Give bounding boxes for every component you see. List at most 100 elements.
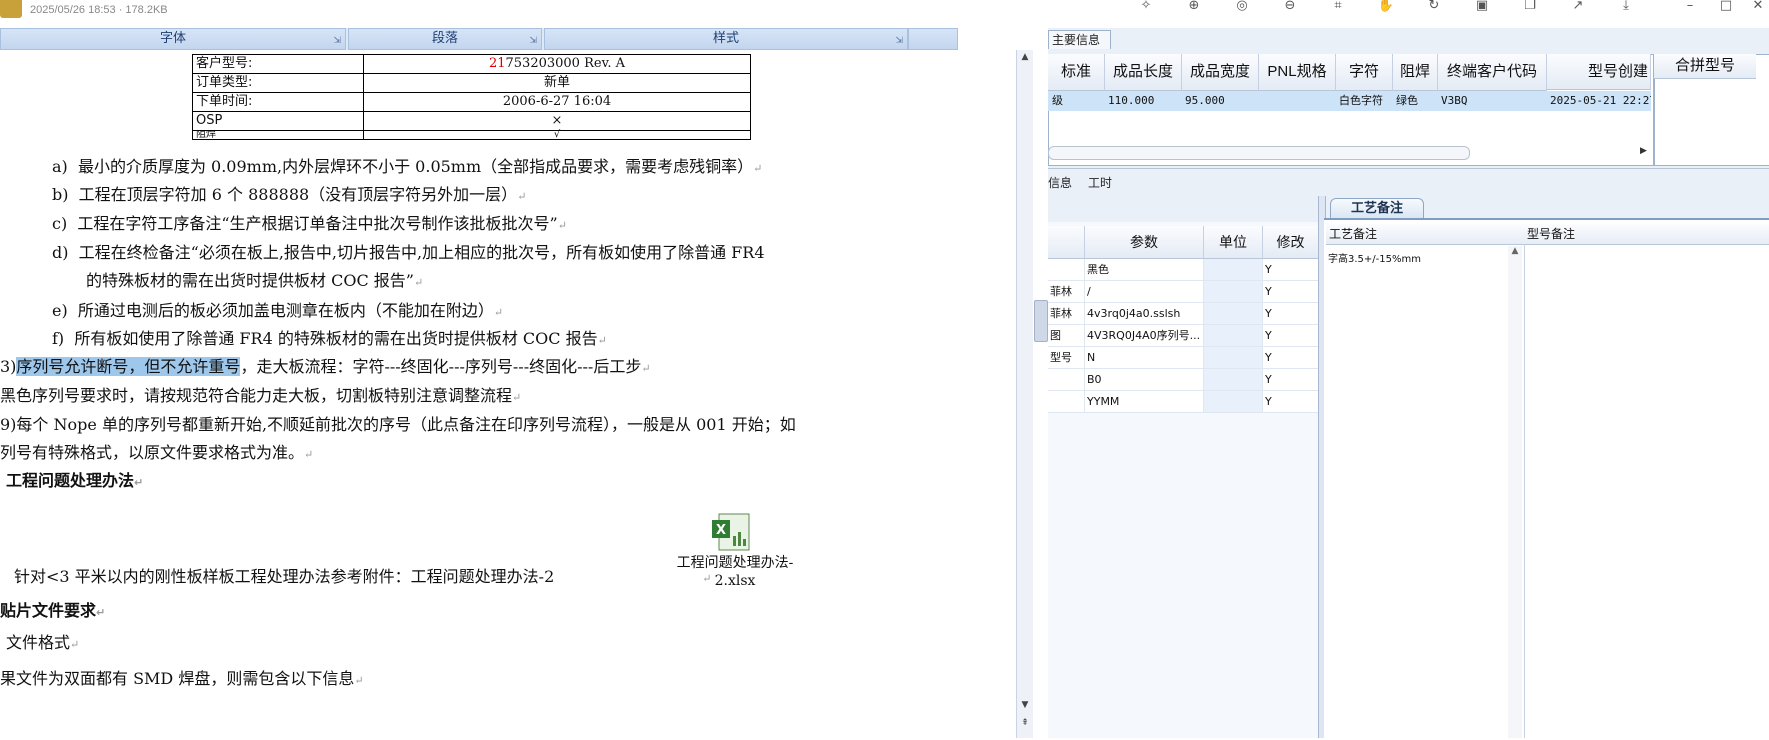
app-logo	[0, 0, 22, 18]
craft-notes-scrollbar[interactable]: ▲	[1508, 246, 1522, 738]
crop-icon[interactable]: ⌗	[1327, 0, 1349, 14]
table-value: 2006-6-27 16:04	[363, 92, 751, 112]
download-icon[interactable]: ⤓	[1615, 0, 1637, 14]
paragraph-attachment-ref: 针对<3 平米以内的刚性板样板工程处理办法参考附件：工程问题处理办法-2 ↵	[14, 567, 712, 586]
craft-note-value[interactable]: 字高3.5+/-15%mm	[1328, 250, 1421, 265]
param-cell-name[interactable]	[1048, 391, 1085, 413]
scroll-up-icon[interactable]: ▲	[1508, 246, 1522, 256]
scrollbar-thumb[interactable]	[1034, 300, 1048, 342]
tab-craft-notes[interactable]: 工艺备注	[1330, 198, 1424, 219]
close-icon[interactable]: ✕	[1747, 0, 1769, 14]
param-cell-edit[interactable]: Y	[1263, 281, 1319, 303]
fit-icon[interactable]: ◎	[1231, 0, 1253, 14]
ribbon-group-styles[interactable]: 样式 ⇲	[544, 28, 908, 50]
param-cell-edit[interactable]: Y	[1263, 391, 1319, 413]
grid-header[interactable]: 阻焊	[1393, 54, 1438, 91]
grid-cell[interactable]: 110.000	[1104, 91, 1181, 111]
grid-cell[interactable]: 级	[1048, 91, 1104, 111]
dialog-launcher-icon[interactable]: ⇲	[333, 32, 341, 51]
scroll-down-icon[interactable]: ▼	[1017, 700, 1033, 710]
param-cell-edit[interactable]: Y	[1263, 347, 1319, 369]
zoom-in-icon[interactable]: ⊕	[1183, 0, 1205, 14]
tab-info[interactable]: 信息	[1048, 174, 1072, 191]
item-text: 工程在终检备注“必须在板上,报告中,切片报告中,加上相应的批次号，所有板如使用了…	[78, 243, 765, 262]
grid-header[interactable]: 成品宽度	[1182, 54, 1259, 91]
ribbon-group-font[interactable]: 字体 ⇲	[0, 28, 346, 50]
param-cell-value[interactable]: N	[1085, 347, 1204, 369]
scan-icon[interactable]: ▣	[1471, 0, 1493, 14]
selected-text[interactable]: 序列号允许断号，但不允许重号	[16, 357, 241, 376]
param-cell-value[interactable]: 4v3rq0j4a0.sslsh	[1085, 303, 1204, 325]
grid-header[interactable]: 终端客户代码	[1438, 54, 1547, 91]
order-info-table: 客户型号: 21753203000 Rev. A 订单类型: 新单 下单时间: …	[192, 54, 751, 140]
grid-cell[interactable]: V3BQ	[1437, 91, 1546, 111]
param-cell-unit[interactable]	[1204, 325, 1263, 347]
tab-worktime[interactable]: 工时	[1088, 174, 1112, 191]
grid-cell[interactable]: 白色字符	[1335, 91, 1392, 111]
param-cell-name[interactable]: 菲林	[1048, 281, 1085, 303]
grid-header[interactable]: 标准	[1048, 54, 1105, 91]
param-cell-name[interactable]: 菲林	[1048, 303, 1085, 325]
grid-cell[interactable]: 95.000	[1181, 91, 1258, 111]
dialog-launcher-icon[interactable]: ⇲	[895, 32, 903, 51]
grid-header[interactable]: PNL规格	[1259, 54, 1336, 91]
ribbon-group-editing[interactable]	[908, 28, 958, 50]
param-header[interactable]: 修改	[1263, 226, 1319, 259]
grid-horizontal-scrollbar[interactable]	[1048, 146, 1470, 160]
param-cell-unit[interactable]	[1204, 391, 1263, 413]
svg-text:X: X	[716, 523, 726, 538]
param-cell-edit[interactable]: Y	[1263, 303, 1319, 325]
param-cell-unit[interactable]	[1204, 347, 1263, 369]
param-cell-edit[interactable]: Y	[1263, 369, 1319, 391]
table-key: 阻焊	[192, 130, 364, 140]
rotate-icon[interactable]: ↻	[1423, 0, 1445, 14]
document-page[interactable]: 客户型号: 21753203000 Rev. A 订单类型: 新单 下单时间: …	[0, 50, 1016, 738]
param-header[interactable]: 单位	[1204, 226, 1263, 259]
zoom-out-icon[interactable]: ⊖	[1279, 0, 1301, 14]
prev-page-icon[interactable]: ⇞	[1017, 718, 1033, 728]
param-header[interactable]	[1048, 226, 1085, 259]
grid-cell[interactable]	[1258, 91, 1335, 111]
param-cell-unit[interactable]	[1204, 303, 1263, 325]
param-cell-value[interactable]: YYMM	[1085, 391, 1204, 413]
dialog-launcher-icon[interactable]: ⇲	[529, 32, 537, 51]
param-cell-name[interactable]: 型号	[1048, 347, 1085, 369]
model-notes-header[interactable]: 型号备注	[1524, 224, 1769, 245]
share-icon[interactable]: ↗	[1567, 0, 1589, 14]
param-cell-name[interactable]	[1048, 259, 1085, 281]
hand-icon[interactable]: ✋	[1375, 0, 1397, 14]
param-cell-value[interactable]: /	[1085, 281, 1204, 303]
param-cell-value[interactable]: 4V3RQ0J4A0序列号...	[1085, 325, 1204, 347]
merge-header[interactable]: 合拼型号	[1654, 54, 1756, 79]
ribbon-group-paragraph[interactable]: 段落 ⇲	[348, 28, 542, 50]
table-row: 阻焊 √	[192, 130, 751, 140]
grid-header[interactable]: 字符	[1336, 54, 1393, 91]
grid-cell[interactable]: 2025-05-21 22:27:1	[1546, 91, 1651, 111]
param-cell-unit[interactable]	[1204, 369, 1263, 391]
param-cell-unit[interactable]	[1204, 259, 1263, 281]
param-cell-edit[interactable]: Y	[1263, 325, 1319, 347]
document-scrollbar[interactable]: ▲ ▼ ⇞	[1016, 50, 1033, 738]
scroll-up-icon[interactable]: ▲	[1017, 52, 1033, 62]
grid-header[interactable]: 成品长度	[1105, 54, 1182, 91]
excel-file-icon[interactable]: X	[711, 512, 753, 552]
param-cell-edit[interactable]: Y	[1263, 259, 1319, 281]
magic-icon[interactable]: ✧	[1135, 0, 1157, 14]
tab-main-info[interactable]: 主要信息	[1048, 30, 1111, 49]
param-cell-value[interactable]: 黑色	[1085, 259, 1204, 281]
scroll-right-icon[interactable]: ▶	[1640, 146, 1647, 156]
minimize-icon[interactable]: –	[1679, 0, 1701, 14]
item-label: c)	[52, 214, 68, 233]
line-text: 9)每个 Nope 单的序列号都重新开始,不顺延前批次的序号（此点备注在印序列号…	[0, 415, 796, 434]
grid-cell[interactable]: 绿色	[1392, 91, 1437, 111]
param-cell-unit[interactable]	[1204, 281, 1263, 303]
craft-notes-header[interactable]: 工艺备注	[1326, 224, 1526, 245]
param-cell-name[interactable]	[1048, 369, 1085, 391]
maximize-icon[interactable]: □	[1715, 0, 1737, 14]
copy-icon[interactable]: ❐	[1519, 0, 1541, 14]
param-header[interactable]: 参数	[1085, 226, 1204, 259]
param-cell-name[interactable]: 图	[1048, 325, 1085, 347]
heading-smt-requirements: 贴片文件要求↵	[0, 601, 106, 620]
param-cell-value[interactable]: B0	[1085, 369, 1204, 391]
grid-header[interactable]: 型号创建	[1547, 54, 1651, 90]
